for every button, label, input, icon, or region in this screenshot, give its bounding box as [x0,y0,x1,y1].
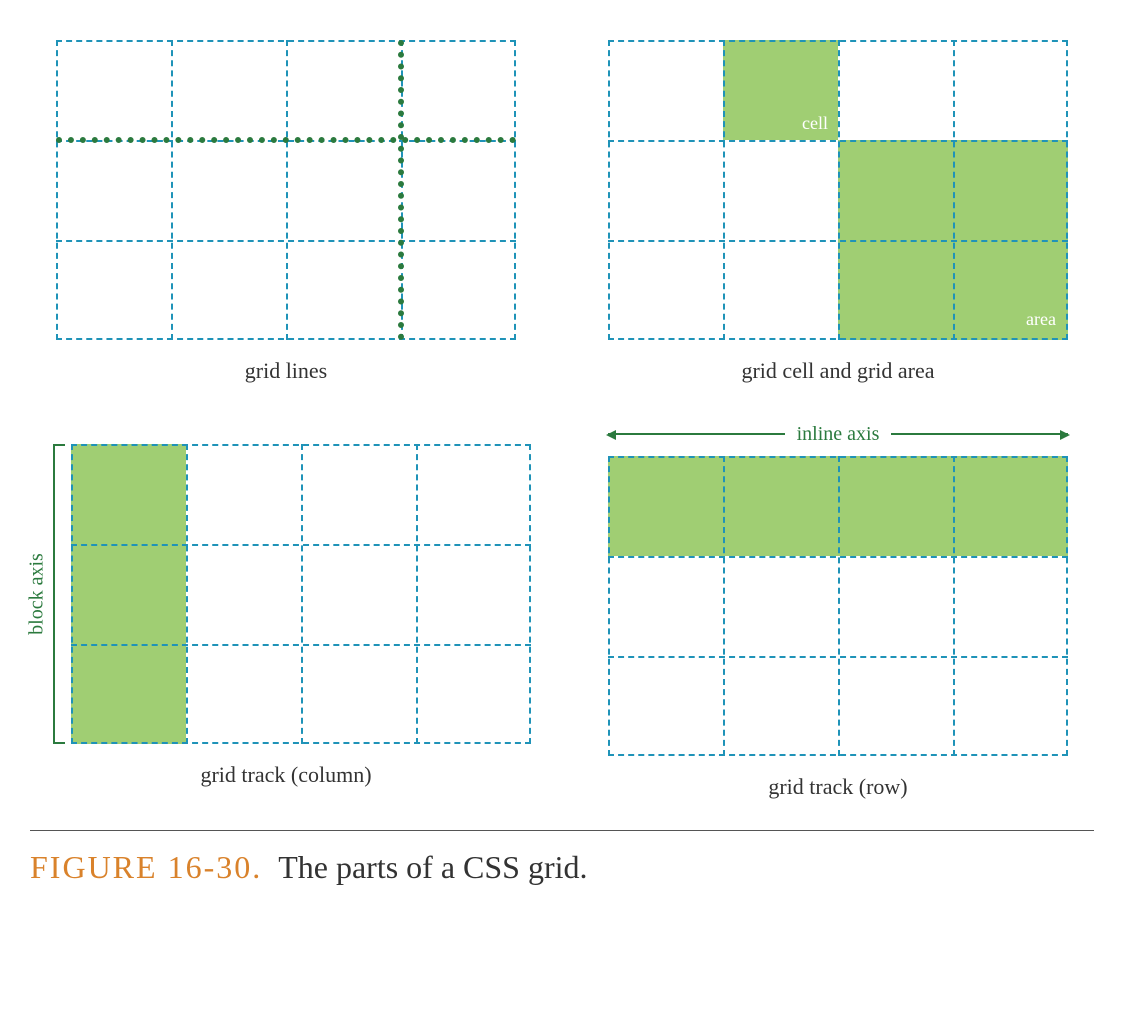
diagram-container: grid lines cell area grid cell and grid … [30,40,1094,800]
panel-caption: grid track (column) [200,762,371,788]
figure-title: The parts of a CSS grid. [278,849,587,885]
highlighted-grid-line-horizontal [56,137,516,143]
block-axis-bracket [53,444,65,744]
panel-caption: grid cell and grid area [741,358,934,384]
divider [30,830,1094,831]
panel-grid-cell-area: cell area grid cell and grid area [582,40,1094,384]
panel-caption: grid track (row) [768,774,907,800]
panel-caption: grid lines [245,358,328,384]
grid-track-column-figure: block axis [71,444,531,744]
highlighted-grid-line-vertical [398,40,404,340]
panel-grid-lines: grid lines [30,40,542,384]
figure-caption: FIGURE 16-30. The parts of a CSS grid. [30,849,1094,886]
inline-axis-indicator: inline axis [608,422,1068,446]
grid-lines-figure [56,40,516,340]
panel-grid-track-column: block axis grid track (column) [30,444,542,800]
block-axis-label: block axis [26,553,49,635]
inline-axis-label: inline axis [785,423,892,446]
grid-cell-area-figure: cell area [608,40,1068,340]
grid-track-row-figure: inline axis [608,456,1068,756]
figure-number: FIGURE 16-30. [30,849,262,885]
panel-grid-track-row: inline axis grid track (row) [582,444,1094,800]
